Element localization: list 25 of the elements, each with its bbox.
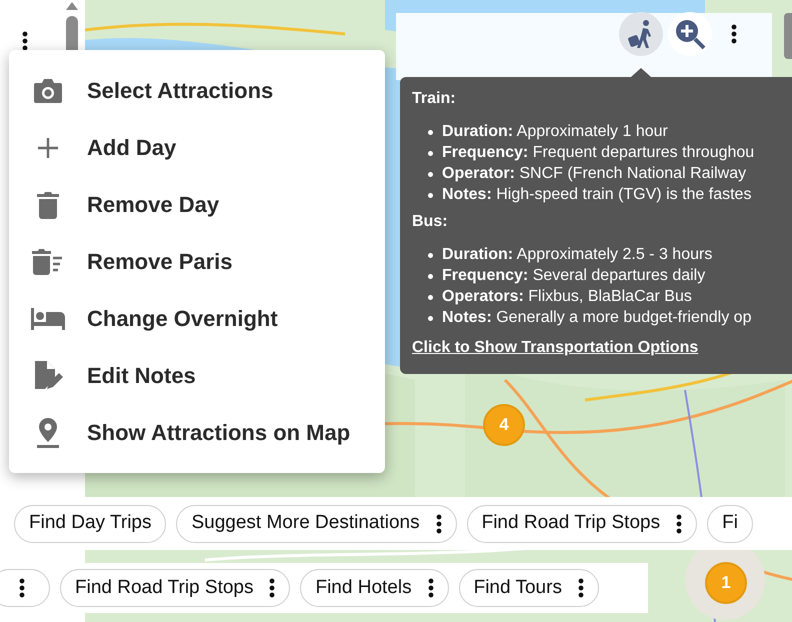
menu-item[interactable]: Show Attractions on Map bbox=[9, 404, 385, 461]
action-chip[interactable]: Find Day Trips bbox=[14, 504, 166, 542]
detail-text: Duration: Approximately 1 hour bbox=[442, 123, 668, 140]
menu-item[interactable]: Add Day bbox=[9, 119, 385, 176]
detail-text: Frequency: Frequent departures throughou bbox=[442, 144, 754, 161]
action-chip[interactable]: Find Road Trip Stops bbox=[466, 504, 698, 542]
transport-options-link[interactable]: Click to Show Transportation Options bbox=[412, 338, 698, 358]
detail-text: Notes: Generally a more budget-friendly op bbox=[442, 309, 752, 326]
action-chip[interactable]: Find Road Trip Stops bbox=[60, 569, 290, 607]
action-chip[interactable]: Fi bbox=[707, 504, 753, 542]
detail-text: Operators: Flixbus, BlaBlaCar Bus bbox=[442, 288, 692, 305]
detail-text: Duration: Approximately 2.5 - 3 hours bbox=[442, 246, 712, 263]
section-title: Bus: bbox=[412, 212, 448, 232]
menu-item[interactable]: Change Overnight bbox=[9, 290, 385, 347]
action-chip[interactable]: Find Hotels bbox=[300, 569, 449, 607]
menu-item[interactable]: Remove Day bbox=[9, 176, 385, 233]
action-chip[interactable]: Suggest More Destinations bbox=[176, 504, 457, 542]
section-title: Train: bbox=[412, 89, 456, 109]
menu-item[interactable]: Edit Notes bbox=[9, 347, 385, 404]
detail-text: Notes: High-speed train (TGV) is the fastes bbox=[442, 186, 752, 203]
detail-text: Frequency: Several departures daily bbox=[442, 267, 706, 284]
menu-item[interactable]: Remove Paris bbox=[9, 233, 385, 290]
detail-text: Operator: SNCF (French National Railway bbox=[442, 165, 746, 182]
action-chip[interactable]: Find Tours bbox=[458, 569, 599, 607]
menu-item[interactable]: Select Attractions bbox=[9, 62, 385, 119]
